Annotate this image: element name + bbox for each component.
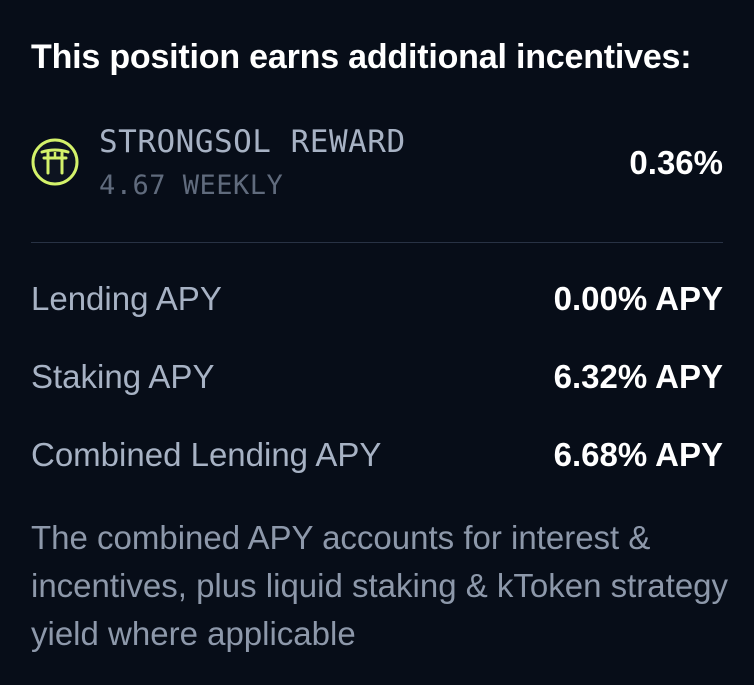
stat-label: Combined Lending APY — [31, 436, 382, 473]
incentives-heading: This position earns additional incentive… — [31, 38, 692, 76]
stat-value: 6.32% APY — [553, 358, 723, 395]
stat-row-lending-apy: Lending APY 0.00% APY — [31, 280, 723, 324]
stat-label: Staking APY — [31, 358, 215, 395]
footnote: The combined APY accounts for interest &… — [31, 519, 729, 652]
stat-value: 6.68% APY — [553, 436, 723, 473]
divider — [31, 242, 723, 243]
torii-gate-icon — [31, 138, 79, 186]
stat-row-combined-lending-apy: Combined Lending APY 6.68% APY — [31, 436, 723, 480]
reward-apy-value: 0.36% — [629, 144, 723, 181]
stat-row-staking-apy: Staking APY 6.32% APY — [31, 358, 723, 402]
stat-value: 0.00% APY — [553, 280, 723, 317]
incentives-panel: This position earns additional incentive… — [31, 0, 728, 685]
stat-label: Lending APY — [31, 280, 222, 317]
reward-weekly-amount: 4.67 WEEKLY — [99, 170, 284, 201]
reward-row: STRONGSOL REWARD 4.67 WEEKLY 0.36% — [31, 118, 723, 210]
reward-name: STRONGSOL REWARD — [99, 124, 406, 160]
